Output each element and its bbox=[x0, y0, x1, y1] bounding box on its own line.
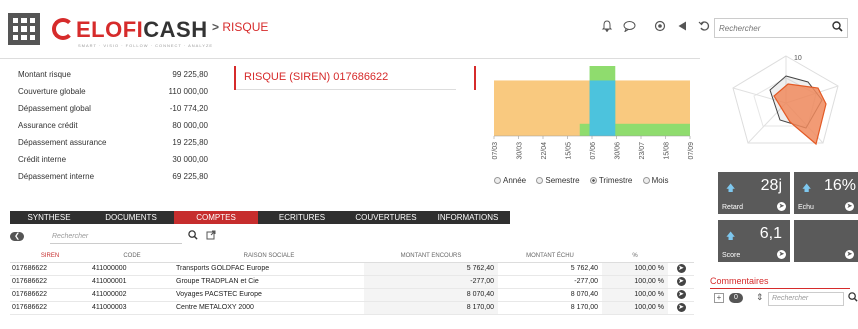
tab-comptes[interactable]: COMPTES bbox=[174, 211, 258, 224]
page-title: RISQUE (SIREN) 017686622 bbox=[244, 71, 389, 83]
breadcrumb: > RISQUE bbox=[212, 20, 268, 34]
bell-icon[interactable] bbox=[600, 20, 614, 34]
radio-icon[interactable] bbox=[494, 177, 501, 184]
arrow-right-circle-icon[interactable]: ➤ bbox=[676, 303, 686, 312]
tab-couvertures[interactable]: COUVERTURES bbox=[346, 211, 426, 224]
target-icon[interactable] bbox=[653, 20, 667, 34]
column-header[interactable]: % bbox=[602, 251, 668, 263]
x-tick-label: 30/06 bbox=[615, 142, 622, 160]
period-option[interactable]: Semestre bbox=[536, 176, 580, 185]
column-header[interactable]: CODE bbox=[90, 251, 174, 263]
header-divider bbox=[0, 58, 700, 59]
apps-grid-icon[interactable] bbox=[8, 13, 40, 45]
radar-scale-label: 10 bbox=[794, 55, 802, 62]
sort-icon[interactable]: ⇕ bbox=[756, 292, 764, 303]
table-search-input[interactable]: Rechercher bbox=[50, 231, 182, 244]
chart-area-spike bbox=[589, 80, 616, 136]
logo-tagline: SMART · VISIO · FOLLOW · CONNECT · ANALY… bbox=[78, 43, 214, 48]
comments-toolbar: + 0 ⇕ Rechercher bbox=[714, 292, 858, 308]
arrow-right-circle-icon[interactable]: ➤ bbox=[845, 250, 854, 259]
risk-metrics: Montant risque 99 225,80 Couverture globa… bbox=[18, 70, 208, 189]
tab-documents[interactable]: DOCUMENTS bbox=[88, 211, 174, 224]
undo-icon[interactable] bbox=[697, 20, 711, 34]
chat-icon[interactable] bbox=[622, 20, 636, 34]
metric-row: Dépassement assurance 19 225,80 bbox=[18, 138, 208, 147]
table-row[interactable]: 017686622 411000000 Transports GOLDFAC E… bbox=[10, 262, 694, 276]
search-icon[interactable] bbox=[188, 230, 198, 243]
radio-icon[interactable] bbox=[642, 177, 650, 184]
risk-title-box: RISQUE (SIREN) 017686622 bbox=[234, 66, 476, 90]
back-icon[interactable] bbox=[675, 20, 689, 34]
x-tick-label: 15/08 bbox=[664, 142, 671, 160]
kpi-tile-retard[interactable]: 🡅 28j Retard ➤ bbox=[718, 172, 790, 214]
table-row[interactable]: 017686622 411000001 Groupe TRADPLAN et C… bbox=[10, 275, 694, 289]
arrow-up-icon: 🡅 bbox=[802, 183, 812, 193]
arrow-right-circle-icon[interactable]: ➤ bbox=[676, 290, 686, 299]
metric-row: Crédit interne 30 000,00 bbox=[18, 155, 208, 164]
search-icon[interactable] bbox=[848, 292, 858, 305]
x-tick-label: 07/03 bbox=[492, 142, 499, 160]
metric-row: Dépassement interne 69 225,80 bbox=[18, 172, 208, 181]
arrow-up-icon: 🡅 bbox=[726, 183, 736, 193]
table-row[interactable]: 017686622 411000002 Voyages PACSTEC Euro… bbox=[10, 288, 694, 302]
kpi-tile-echu[interactable]: 🡅 16% Echu ➤ bbox=[794, 172, 858, 214]
metric-row: Couverture globale 110 000,00 bbox=[18, 87, 208, 96]
metric-row: Assurance crédit 80 000,00 bbox=[18, 121, 208, 130]
x-tick-label: 07/06 bbox=[590, 142, 597, 160]
global-search[interactable] bbox=[714, 18, 848, 38]
column-header[interactable]: MONTANT ENCOURS bbox=[364, 251, 498, 263]
chevron-right-icon: > bbox=[212, 20, 220, 34]
period-option[interactable]: Trimestre bbox=[589, 176, 632, 185]
breadcrumb-current: RISQUE bbox=[222, 20, 269, 34]
export-icon[interactable] bbox=[206, 230, 216, 242]
kpi-tile-score[interactable]: 🡅 6,1 Score ➤ bbox=[718, 220, 790, 262]
column-header[interactable]: MONTANT ÉCHU bbox=[498, 251, 602, 263]
risk-area-chart: 07/03 30/03 22/04 15/05 07/06 30/06 23/07 15/08… bbox=[492, 66, 695, 160]
collapse-left-icon[interactable]: ❮ bbox=[10, 232, 24, 241]
column-header[interactable]: RAISON SOCIALE bbox=[174, 251, 364, 263]
kpi-tile-empty[interactable]: ➤ bbox=[794, 220, 858, 262]
table-header-row: SIREN CODE RAISON SOCIALE MONTANT ENCOUR… bbox=[10, 251, 694, 263]
period-option[interactable]: Mois bbox=[642, 176, 668, 185]
metric-row: Montant risque 99 225,80 bbox=[18, 70, 208, 79]
arrow-right-circle-icon[interactable]: ➤ bbox=[845, 202, 854, 211]
tab-ecritures[interactable]: ECRITURES bbox=[258, 211, 346, 224]
x-tick-label: 22/04 bbox=[541, 142, 548, 160]
radio-icon[interactable] bbox=[536, 177, 544, 184]
comments-title: Commentaires bbox=[710, 276, 769, 286]
detail-tabs: SYNTHESE DOCUMENTS COMPTES ECRITURES COU… bbox=[10, 211, 510, 224]
tab-synthese[interactable]: SYNTHESE bbox=[10, 211, 88, 224]
arrow-right-circle-icon[interactable]: ➤ bbox=[676, 277, 686, 286]
arrow-up-icon: 🡅 bbox=[726, 231, 736, 241]
comments-search-input[interactable]: Rechercher bbox=[768, 292, 844, 306]
logo-c-icon bbox=[52, 18, 74, 40]
x-tick-label: 07/09 bbox=[688, 142, 695, 160]
arrow-right-circle-icon[interactable]: ➤ bbox=[777, 250, 786, 259]
x-tick-label: 30/03 bbox=[517, 142, 524, 160]
table-row[interactable]: 017686622 411000003 Centre METALOXY 2000… bbox=[10, 301, 694, 315]
x-tick-label: 15/05 bbox=[566, 142, 573, 160]
radar-chart: 10 bbox=[732, 55, 839, 146]
metric-row: Dépassement global -10 774,20 bbox=[18, 104, 208, 113]
tab-informations[interactable]: INFORMATIONS bbox=[426, 211, 510, 224]
search-icon[interactable] bbox=[832, 21, 843, 35]
add-comment-icon[interactable]: + bbox=[714, 293, 724, 303]
comments-panel: Commentaires bbox=[710, 276, 858, 289]
comments-count-badge: 0 bbox=[729, 293, 743, 303]
column-header[interactable]: SIREN bbox=[10, 251, 90, 263]
arrow-right-circle-icon[interactable]: ➤ bbox=[676, 264, 686, 273]
radio-selected-icon[interactable] bbox=[589, 177, 597, 184]
x-tick-label: 23/07 bbox=[639, 142, 646, 160]
accounts-table: SIREN CODE RAISON SOCIALE MONTANT ENCOUR… bbox=[10, 251, 694, 315]
arrow-right-circle-icon[interactable]: ➤ bbox=[777, 202, 786, 211]
period-option[interactable]: Année bbox=[494, 176, 526, 185]
period-selector: Année Semestre Trimestre Mois bbox=[494, 176, 676, 185]
table-toolbar: ❮ Rechercher bbox=[10, 230, 700, 246]
global-search-input[interactable] bbox=[715, 19, 825, 37]
